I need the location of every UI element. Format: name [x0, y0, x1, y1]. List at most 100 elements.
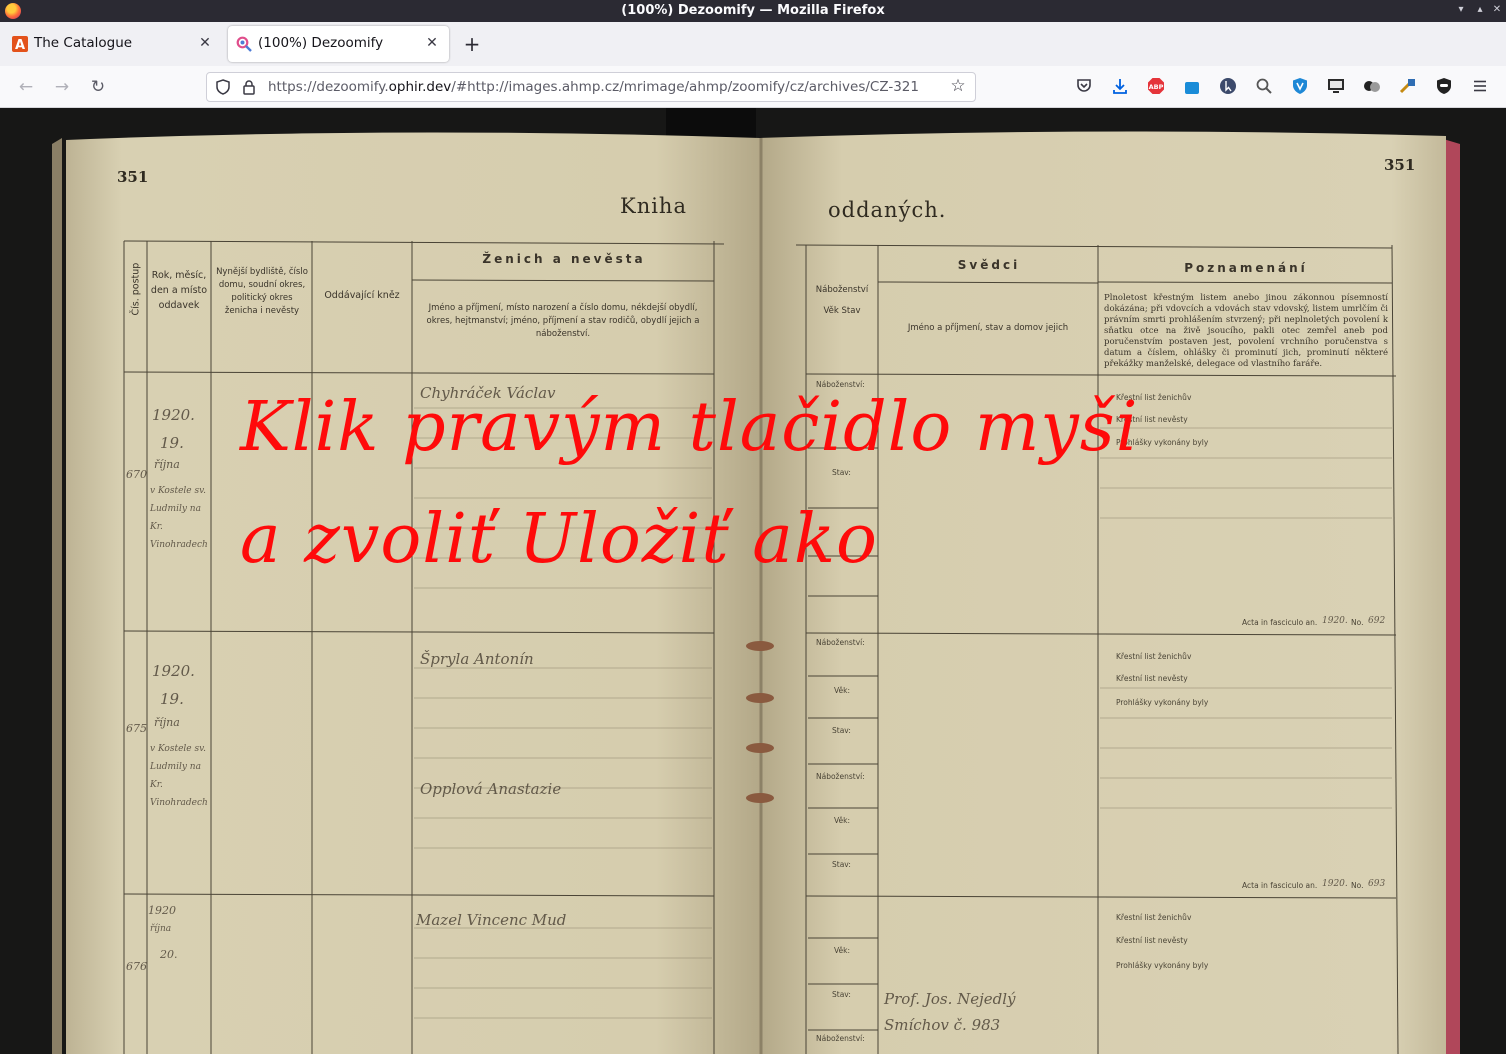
header-witnesses-sub: Jméno a příjmení, stav a domov jejich	[907, 323, 1069, 333]
label-status: Stav:	[832, 990, 851, 999]
entry-day: 20.	[160, 948, 178, 961]
entry-groom: Špryla Antonín	[420, 650, 534, 668]
window-title: (100%) Dezoomify — Mozilla Firefox	[621, 3, 885, 18]
cursor-icon[interactable]	[1219, 77, 1237, 95]
url-text[interactable]: https://dezoomify.ophir.dev/#http://imag…	[268, 79, 940, 95]
toggle-icon[interactable]	[1363, 77, 1381, 95]
close-tab-icon[interactable]: ✕	[196, 34, 214, 52]
bookmark-star-icon[interactable]: ☆	[949, 77, 967, 95]
label-status: Stav:	[832, 726, 851, 735]
page-number-left: 351	[117, 168, 149, 186]
page-number-right: 351	[1384, 156, 1416, 174]
close-window-icon[interactable]: ✕	[1491, 4, 1503, 16]
header-number: Čís. postup	[129, 263, 144, 316]
entry-witness: Prof. Jos. Nejedlý Smíchov č. 983	[884, 990, 1016, 1034]
register-title-left: Kniha	[620, 194, 687, 218]
entry-year: 1920.	[152, 406, 195, 424]
url-bar[interactable]: https://dezoomify.ophir.dev/#http://imag…	[206, 72, 976, 102]
entry-bride: Opplová Anastazie	[420, 780, 562, 798]
entry-month: října	[150, 924, 172, 934]
svg-text:ABP: ABP	[1149, 83, 1164, 91]
label-banns: Prohlášky vykonány byly	[1116, 961, 1209, 970]
entry-number: 670	[126, 468, 147, 481]
label-baptism-bride: Křestní list nevěsty	[1116, 674, 1188, 683]
label-status: Stav:	[832, 468, 851, 477]
save-instruction-line-2: a zvoliť Uložiť ako	[240, 500, 878, 579]
acta-number: 692	[1368, 616, 1386, 626]
entry-month: října	[154, 458, 180, 471]
header-religion: Náboženství Věk Stav	[815, 285, 869, 316]
url-path: /#http://images.ahmp.cz/mrimage/ahmp/zoo…	[451, 79, 919, 95]
label-baptism-groom: Křestní list ženichův	[1116, 913, 1192, 922]
label-baptism-bride: Křestní list nevěsty	[1116, 936, 1188, 945]
maximize-icon[interactable]: ▴	[1474, 4, 1486, 16]
label-baptism-groom: Křestní list ženichův	[1116, 652, 1192, 661]
label-no: No.	[1351, 881, 1364, 890]
header-priest: Oddávající kněz	[324, 290, 400, 301]
entry-year: 1920	[148, 904, 176, 917]
label-acta: Acta in fasciculo an.	[1242, 881, 1318, 890]
new-tab-button[interactable]: +	[461, 34, 483, 56]
label-religion: Náboženství:	[816, 772, 865, 781]
menu-icon[interactable]	[1471, 77, 1489, 95]
download-icon[interactable]	[1111, 77, 1129, 95]
tab-strip: A The Catalogue ✕ (100%) Dezoomify ✕ +	[0, 22, 1506, 66]
label-religion: Náboženství:	[816, 1034, 865, 1043]
tools-icon[interactable]	[1399, 77, 1417, 95]
bitwarden-icon[interactable]	[1183, 77, 1201, 95]
vpn-shield-icon[interactable]	[1291, 77, 1309, 95]
back-button[interactable]: ←	[14, 75, 38, 99]
header-notes: Poznamenání	[1184, 261, 1308, 275]
entry-day: 19.	[160, 434, 184, 452]
reload-button[interactable]: ↻	[86, 75, 110, 99]
close-tab-icon[interactable]: ✕	[423, 34, 441, 52]
label-status: Stav:	[832, 860, 851, 869]
mask-icon[interactable]	[1435, 77, 1453, 95]
tracking-shield-icon[interactable]	[215, 79, 231, 95]
pocket-icon[interactable]	[1075, 77, 1093, 95]
url-host: ophir.dev	[388, 79, 452, 95]
entry-place: v Kostele sv. Ludmily na Kr. Vinohradech	[150, 486, 208, 550]
forward-button[interactable]: →	[50, 75, 74, 99]
header-residence: Nynější bydliště, číslo domu, soudní okr…	[216, 267, 308, 316]
acta-year: 1920.	[1322, 616, 1348, 626]
screen-icon[interactable]	[1327, 77, 1345, 95]
entry-place: v Kostele sv. Ludmily na Kr. Vinohradech	[150, 744, 208, 808]
window-titlebar: (100%) Dezoomify — Mozilla Firefox ▾ ▴ ✕	[0, 0, 1506, 22]
header-notes-sub: Plnoletost křestným listem anebo jinou z…	[1104, 293, 1388, 369]
url-prefix: https://dezoomify.	[268, 79, 389, 95]
label-no: No.	[1351, 618, 1364, 627]
entry-year: 1920.	[152, 662, 195, 680]
adblock-icon[interactable]: ABP	[1147, 77, 1165, 95]
label-age: Věk:	[834, 816, 851, 825]
lock-icon[interactable]	[241, 79, 257, 95]
navigation-toolbar: ← → ↻ https://dezoomify.ophir.dev/#http:…	[0, 66, 1506, 150]
tab-label: (100%) Dezoomify	[258, 35, 384, 51]
label-acta: Acta in fasciculo an.	[1242, 618, 1318, 627]
header-date: Rok, měsíc, den a místo oddavek	[150, 270, 208, 311]
tab-dezoomify[interactable]: (100%) Dezoomify ✕	[228, 26, 449, 62]
dezoomify-magnifier-icon	[236, 36, 252, 52]
label-banns: Prohlášky vykonány byly	[1116, 698, 1209, 707]
tab-the-catalogue[interactable]: A The Catalogue ✕	[4, 26, 222, 62]
register-scan-image[interactable]	[0, 108, 1506, 1054]
header-couple: Ženich a nevěsta	[482, 252, 646, 266]
minimize-icon[interactable]: ▾	[1455, 4, 1467, 16]
register-title-right: oddaných.	[828, 198, 947, 222]
acta-year: 1920.	[1322, 879, 1348, 889]
acta-number: 693	[1368, 879, 1386, 889]
entry-groom: Mazel Vincenc Mud	[416, 911, 567, 929]
zoom-icon[interactable]	[1255, 77, 1273, 95]
save-instruction-line-1: Klik pravým tlačidlo myši	[240, 388, 1139, 467]
header-witnesses: Svědci	[957, 258, 1021, 272]
entry-day: 19.	[160, 690, 184, 708]
dezoomified-image-viewport[interactable]: 351 351 Kniha oddaných. Čís. postup Rok,…	[0, 108, 1506, 1054]
label-age: Věk:	[834, 686, 851, 695]
svg-text:A: A	[15, 38, 25, 52]
catalogue-a-icon: A	[12, 36, 28, 52]
entry-number: 675	[126, 722, 147, 735]
entry-number: 676	[126, 960, 147, 973]
label-age: Věk:	[834, 946, 851, 955]
tab-label: The Catalogue	[34, 35, 133, 51]
label-religion: Náboženství:	[816, 638, 865, 647]
